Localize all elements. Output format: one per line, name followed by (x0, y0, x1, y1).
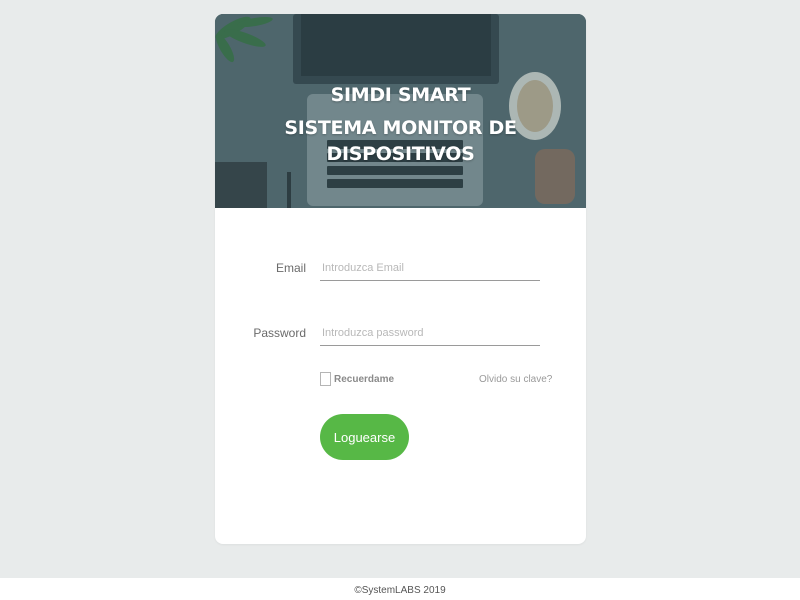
email-field[interactable] (320, 256, 540, 281)
app-title: SIMDI SMART (330, 84, 471, 106)
footer-copyright: ©SystemLABS 2019 (0, 578, 800, 600)
hero-banner: SIMDI SMART SISTEMA MONITOR DE DISPOSITI… (215, 14, 586, 208)
remember-checkbox[interactable] (320, 372, 331, 386)
password-label: Password (253, 326, 306, 340)
login-page: SIMDI SMART SISTEMA MONITOR DE DISPOSITI… (0, 0, 800, 600)
login-card: SIMDI SMART SISTEMA MONITOR DE DISPOSITI… (215, 14, 586, 544)
password-field[interactable] (320, 321, 540, 346)
forgot-password-link[interactable]: Olvido su clave? (479, 374, 552, 385)
hero-overlay (215, 14, 586, 208)
email-label: Email (275, 261, 306, 275)
remember-label[interactable]: Recuerdame (334, 374, 394, 385)
app-subtitle: SISTEMA MONITOR DE DISPOSITIVOS (284, 117, 517, 165)
login-button[interactable]: Loguearse (320, 414, 409, 460)
